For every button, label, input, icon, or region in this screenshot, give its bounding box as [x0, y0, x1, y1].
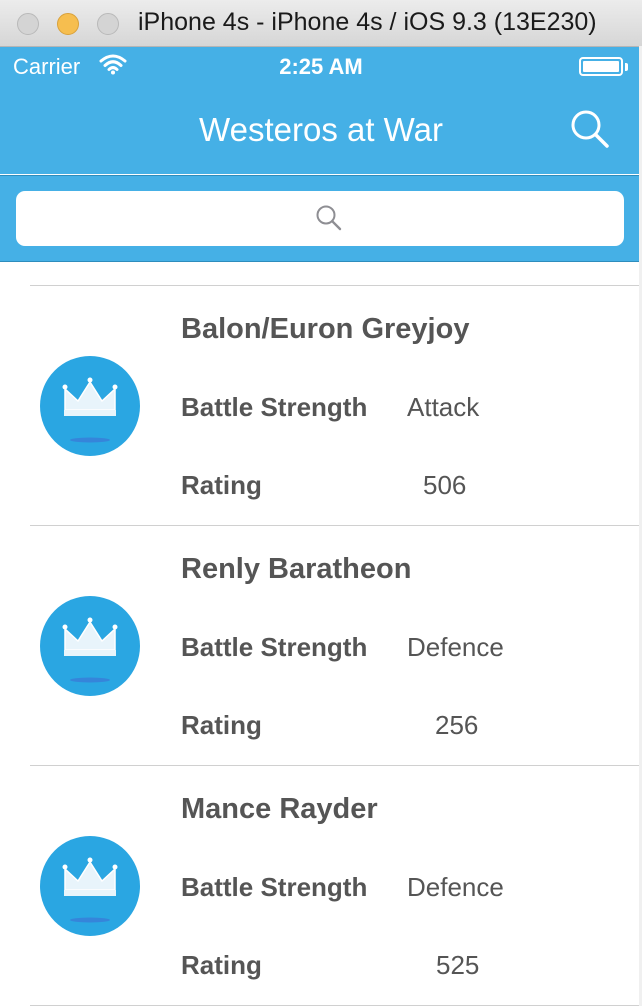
battle-strength-label: Battle Strength [181, 632, 368, 662]
battery-icon [579, 57, 623, 76]
house-list: Balon/Euron Greyjoy Battle Strength Atta… [0, 262, 642, 1006]
search-field-icon [316, 205, 342, 231]
rating-value: 256 [435, 710, 479, 740]
nav-title: Westeros at War [199, 111, 443, 148]
list-item[interactable]: Balon/Euron Greyjoy Battle Strength Atta… [0, 286, 642, 526]
rating-label: Rating [181, 950, 262, 980]
battery-nub [625, 63, 628, 71]
rating-label: Rating [181, 710, 262, 740]
search-bar [0, 175, 642, 262]
crown-icon [40, 356, 140, 456]
window-minimize-button[interactable] [57, 13, 79, 35]
battle-strength-value: Defence [407, 872, 504, 902]
list-item[interactable]: Renly Baratheon Battle Strength Defence … [0, 526, 642, 766]
rating-value: 506 [423, 470, 467, 500]
house-name: Balon/Euron Greyjoy [181, 313, 470, 345]
search-input[interactable] [16, 191, 624, 246]
window-title: iPhone 4s - iPhone 4s / iOS 9.3 (13E230) [138, 8, 597, 36]
battle-strength-label: Battle Strength [181, 872, 368, 902]
status-bar: Carrier 2:25 AM [0, 47, 642, 87]
house-name: Renly Baratheon [181, 553, 412, 585]
rating-label: Rating [181, 470, 262, 500]
crown-icon [40, 836, 140, 936]
list-item[interactable]: Mance Rayder Battle Strength Defence Rat… [0, 766, 642, 1006]
battle-strength-value: Attack [407, 392, 480, 422]
window-zoom-button[interactable] [97, 13, 119, 35]
rating-value: 525 [436, 950, 480, 980]
status-time: 2:25 AM [279, 54, 363, 79]
house-name: Mance Rayder [181, 793, 378, 825]
search-icon[interactable] [568, 107, 612, 151]
battle-strength-label: Battle Strength [181, 392, 368, 422]
window-titlebar: iPhone 4s - iPhone 4s / iOS 9.3 (13E230) [0, 0, 642, 47]
battle-strength-value: Defence [407, 632, 504, 662]
window-close-button[interactable] [17, 13, 39, 35]
app-header: Carrier 2:25 AM Westeros at War [0, 47, 642, 174]
crown-icon [40, 596, 140, 696]
